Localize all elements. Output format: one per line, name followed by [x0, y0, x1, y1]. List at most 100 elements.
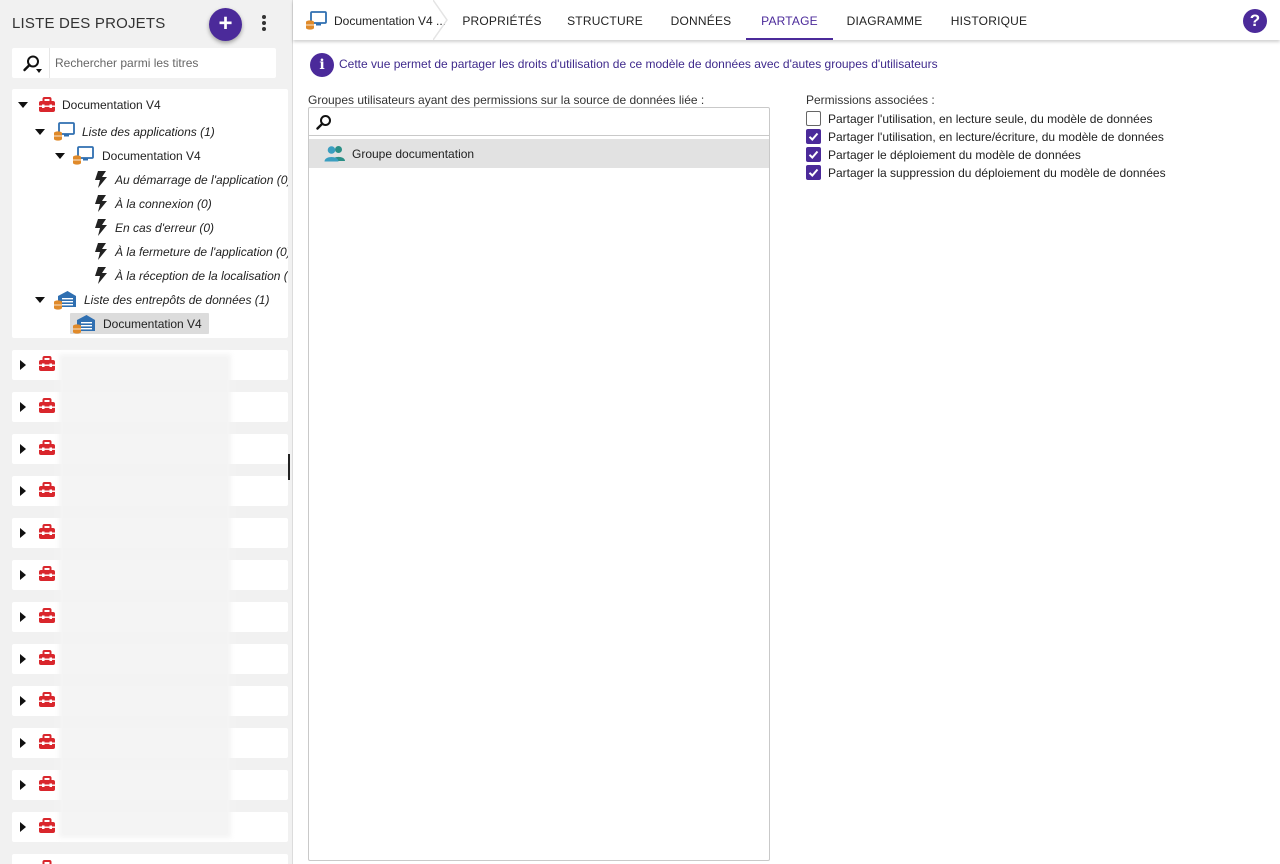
projects-sidebar: LISTE DES PROJETS + Documentation V4 — [0, 0, 293, 864]
expand-icon[interactable] — [20, 654, 26, 664]
tree-item-label: Liste des applications (1) — [82, 125, 215, 139]
collapse-icon[interactable] — [35, 297, 45, 303]
search-divider — [49, 48, 50, 78]
permission-read-write[interactable]: Partager l'utilisation, en lecture/écrit… — [806, 127, 1176, 145]
expand-icon[interactable] — [20, 696, 26, 706]
users-icon — [324, 146, 345, 162]
project-toolbox-icon — [39, 734, 55, 749]
expand-icon[interactable] — [20, 360, 26, 370]
permission-checkbox[interactable] — [806, 147, 821, 162]
info-message: Cette vue permet de partager les droits … — [339, 57, 938, 71]
tree-item-event[interactable]: Au démarrage de l'application (0) — [12, 170, 288, 190]
tree-item-project[interactable]: Documentation V4 — [12, 95, 212, 115]
tab-partage[interactable]: PARTAGE — [746, 0, 833, 40]
expand-icon[interactable] — [20, 444, 26, 454]
project-row[interactable] — [12, 854, 288, 864]
permission-label: Partager la suppression du déploiement d… — [828, 166, 1166, 180]
expand-icon[interactable] — [20, 402, 26, 412]
lightning-icon — [95, 267, 107, 284]
tree-item-label: À la réception de la localisation (0) — [115, 269, 288, 283]
project-search — [12, 48, 276, 78]
datastore-warehouse-icon — [73, 315, 95, 334]
groups-search-input[interactable] — [339, 113, 759, 131]
collapse-icon[interactable] — [18, 102, 28, 108]
tree-item-event[interactable]: En cas d'erreur (0) — [12, 218, 288, 238]
tree-item-datastore[interactable]: Documentation V4 — [70, 313, 209, 334]
help-icon[interactable]: ? — [1243, 9, 1267, 33]
expand-icon[interactable] — [20, 528, 26, 538]
project-toolbox-icon — [39, 482, 55, 497]
project-toolbox-icon — [39, 97, 55, 112]
expand-icon[interactable] — [20, 738, 26, 748]
sidebar-resize-handle[interactable] — [288, 454, 290, 480]
redacted-titles — [59, 354, 231, 838]
permission-label: Partager le déploiement du modèle de don… — [828, 148, 1081, 162]
permission-deploy[interactable]: Partager le déploiement du modèle de don… — [806, 145, 1176, 163]
expand-icon[interactable] — [20, 570, 26, 580]
tree-item-label: Au démarrage de l'application (0) — [115, 173, 288, 187]
project-toolbox-icon — [39, 692, 55, 707]
permission-label: Partager l'utilisation, en lecture/écrit… — [828, 130, 1164, 144]
groups-panel: Groupe documentation — [308, 107, 770, 861]
project-toolbox-icon — [39, 776, 55, 791]
group-list-item[interactable]: Groupe documentation — [309, 139, 769, 168]
permission-checkbox[interactable] — [806, 111, 821, 126]
tree-item-label: Liste des entrepôts de données (1) — [84, 293, 270, 307]
project-tree: Documentation V4 Liste des applications … — [12, 89, 288, 338]
permission-undeploy[interactable]: Partager la suppression du déploiement d… — [806, 163, 1176, 181]
application-screen-icon — [73, 146, 94, 165]
groups-label: Groupes utilisateurs ayant des permissio… — [308, 93, 705, 107]
tab-donnees[interactable]: DONNÉES — [660, 0, 742, 40]
tab-proprietes[interactable]: PROPRIÉTÉS — [454, 0, 550, 40]
tab-historique[interactable]: HISTORIQUE — [944, 0, 1034, 40]
project-toolbox-icon — [39, 566, 55, 581]
breadcrumb-chevron-icon — [433, 0, 448, 40]
tab-structure[interactable]: STRUCTURE — [557, 0, 653, 40]
tree-item-event[interactable]: À la fermeture de l'application (0) — [12, 242, 288, 262]
project-toolbox-icon — [39, 356, 55, 371]
sidebar-header: LISTE DES PROJETS + — [0, 0, 292, 48]
expand-icon[interactable] — [20, 486, 26, 496]
tree-item-label: En cas d'erreur (0) — [115, 221, 214, 235]
tree-item-label: Documentation V4 — [62, 98, 161, 112]
tree-item-event[interactable]: À la réception de la localisation (0) — [12, 266, 288, 286]
permissions-label: Permissions associées : — [806, 93, 935, 107]
tree-item-applications[interactable]: Liste des applications (1) — [12, 122, 282, 142]
sidebar-title: LISTE DES PROJETS — [12, 15, 166, 32]
expand-icon[interactable] — [20, 780, 26, 790]
lightning-icon — [95, 243, 107, 260]
search-icon[interactable] — [22, 54, 42, 74]
lightning-icon — [95, 171, 107, 188]
expand-icon[interactable] — [20, 612, 26, 622]
top-navigation: Documentation V4 ... PROPRIÉTÉS STRUCTUR… — [293, 0, 1280, 40]
groups-search — [309, 108, 769, 136]
collapse-icon[interactable] — [55, 153, 65, 159]
project-toolbox-icon — [42, 860, 52, 864]
project-toolbox-icon — [39, 524, 55, 539]
application-screen-icon — [306, 11, 327, 30]
add-project-button[interactable]: + — [209, 8, 242, 41]
breadcrumb[interactable]: Documentation V4 ... — [293, 0, 449, 40]
tree-item-label: Documentation V4 — [103, 317, 202, 331]
group-name: Groupe documentation — [352, 147, 475, 161]
breadcrumb-label: Documentation V4 ... — [334, 14, 447, 28]
permission-checkbox[interactable] — [806, 165, 821, 180]
project-toolbox-icon — [39, 440, 55, 455]
permission-checkbox[interactable] — [806, 129, 821, 144]
permission-read-only[interactable]: Partager l'utilisation, en lecture seule… — [806, 109, 1176, 127]
application-screen-icon — [54, 122, 75, 141]
tab-diagramme[interactable]: DIAGRAMME — [839, 0, 930, 40]
tree-item-label: À la fermeture de l'application (0) — [115, 245, 288, 259]
search-input[interactable] — [55, 54, 265, 72]
project-toolbox-icon — [39, 818, 55, 833]
tree-item-label: Documentation V4 — [102, 149, 201, 163]
tree-item-datastores[interactable]: Liste des entrepôts de données (1) — [12, 290, 288, 310]
project-toolbox-icon — [39, 650, 55, 665]
tree-item-label: À la connexion (0) — [115, 197, 212, 211]
more-options-icon[interactable] — [258, 14, 270, 34]
expand-icon[interactable] — [20, 822, 26, 832]
tree-item-event[interactable]: À la connexion (0) — [12, 194, 288, 214]
collapse-icon[interactable] — [35, 129, 45, 135]
tree-item-application[interactable]: Documentation V4 — [12, 146, 282, 166]
lightning-icon — [95, 195, 107, 212]
